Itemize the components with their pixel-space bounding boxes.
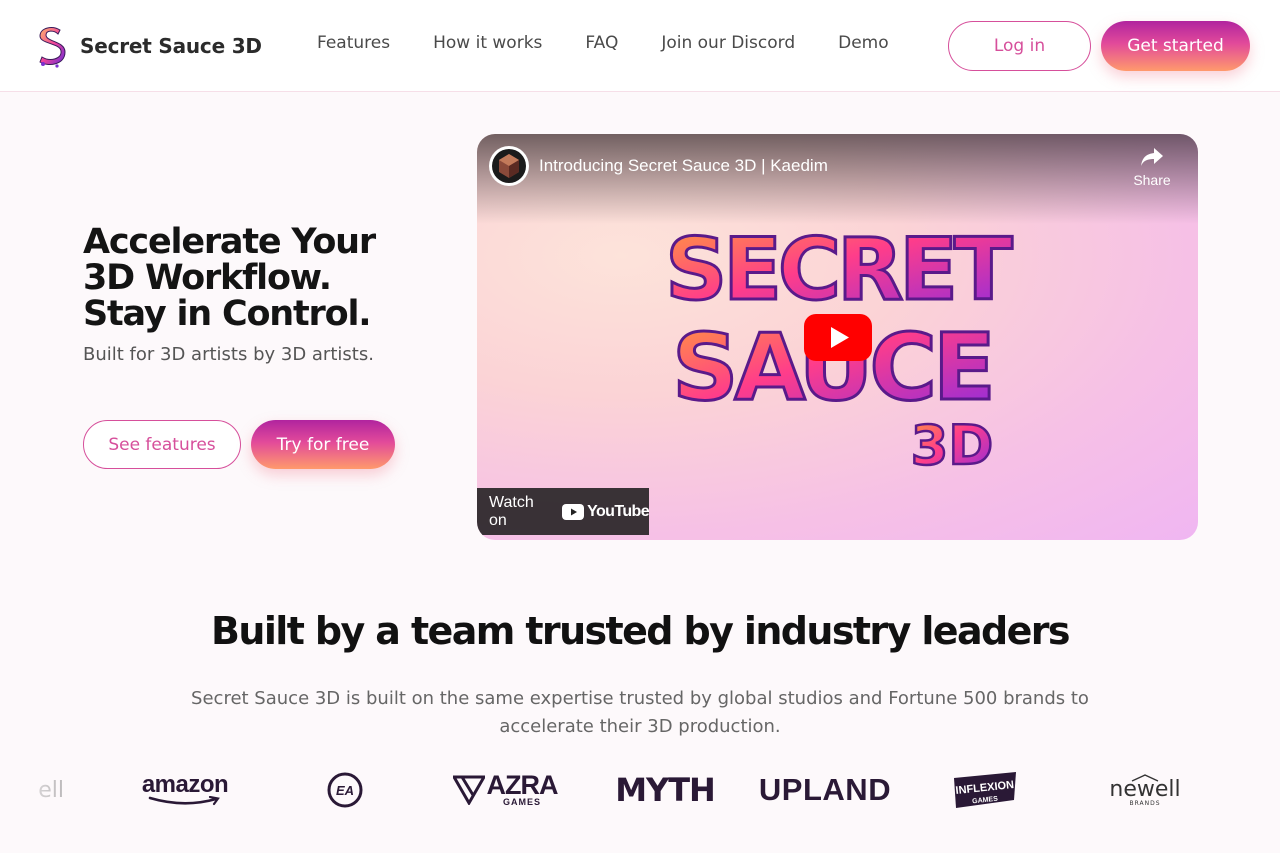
nav-how-it-works[interactable]: How it works xyxy=(433,33,542,53)
inflexion-games-logo: INFLEXION GAMES xyxy=(950,765,1020,815)
watch-on-label: Watch on xyxy=(489,493,534,529)
upland-text: UPLAND xyxy=(758,772,892,807)
video-embed[interactable]: SECRET SAUCE 3D Introducing Secret Sauce… xyxy=(477,134,1198,540)
trusted-title: Built by a team trusted by industry lead… xyxy=(211,609,1071,653)
newell-brands-text: BRANDS xyxy=(1129,799,1161,807)
ea-text: EA xyxy=(336,783,354,798)
nav-features[interactable]: Features xyxy=(317,33,390,53)
video-title[interactable]: Introducing Secret Sauce 3D | Kaedim xyxy=(539,156,828,176)
myth-logo: MYTH xyxy=(615,765,716,815)
brand[interactable]: Secret Sauce 3D xyxy=(34,24,262,68)
inflexion-games-text: GAMES xyxy=(972,796,999,806)
nav-discord[interactable]: Join our Discord xyxy=(661,33,795,53)
azra-games-logo: AZRA GAMES xyxy=(450,765,560,815)
nav-faq[interactable]: FAQ xyxy=(585,33,618,53)
art-line-3: 3D xyxy=(911,414,993,477)
hero-subtitle: Built for 3D artists by 3D artists. xyxy=(83,344,374,365)
logo-strip-fade xyxy=(0,760,70,820)
see-features-button[interactable]: See features xyxy=(83,420,241,469)
brand-name: Secret Sauce 3D xyxy=(80,34,262,58)
hero-title: Accelerate Your 3D Workflow. Stay in Con… xyxy=(83,222,376,334)
newell-brands-logo: newell BRANDS xyxy=(1105,765,1185,815)
youtube-play-icon xyxy=(562,503,585,520)
amazon-smile-icon xyxy=(148,796,220,806)
login-button[interactable]: Log in xyxy=(948,21,1091,71)
client-logos-strip: ell amazon EA AZRA GAMES MYTH UPLAND xyxy=(0,765,1280,815)
youtube-logo: YouTube xyxy=(562,502,650,521)
get-started-button[interactable]: Get started xyxy=(1101,21,1250,71)
ea-logo: EA xyxy=(325,765,365,815)
share-label: Share xyxy=(1133,172,1171,188)
azra-v-icon xyxy=(452,775,485,805)
play-button-icon[interactable] xyxy=(804,314,872,361)
trusted-description: Secret Sauce 3D is built on the same exp… xyxy=(191,688,1089,737)
main-nav: Features How it works FAQ Join our Disco… xyxy=(317,33,932,53)
newell-text: newell xyxy=(1109,776,1181,802)
share-button[interactable]: Share xyxy=(1129,146,1175,188)
share-arrow-icon xyxy=(1141,148,1163,166)
ea-circle-icon: EA xyxy=(327,772,363,808)
inflexion-badge-icon: INFLEXION GAMES xyxy=(954,772,1016,808)
kaedim-cube-icon xyxy=(492,149,526,183)
video-top-shade xyxy=(477,134,1198,224)
myth-text: MYTH xyxy=(615,771,716,809)
channel-avatar[interactable] xyxy=(489,146,529,186)
upland-logo: UPLAND xyxy=(759,765,891,815)
nav-demo[interactable]: Demo xyxy=(838,33,889,53)
youtube-word: YouTube xyxy=(587,502,649,520)
watch-on-youtube[interactable]: Watch on YouTube xyxy=(477,488,650,535)
try-for-free-button[interactable]: Try for free xyxy=(251,420,395,469)
azra-text: AZRA xyxy=(486,770,559,800)
site-header: Secret Sauce 3D Features How it works FA… xyxy=(0,0,1280,92)
amazon-text: amazon xyxy=(141,771,229,798)
brand-logo-icon xyxy=(39,27,66,68)
amazon-logo: amazon xyxy=(140,765,230,815)
art-line-1: SECRET xyxy=(665,220,1013,320)
azra-games-text: GAMES xyxy=(502,797,541,807)
